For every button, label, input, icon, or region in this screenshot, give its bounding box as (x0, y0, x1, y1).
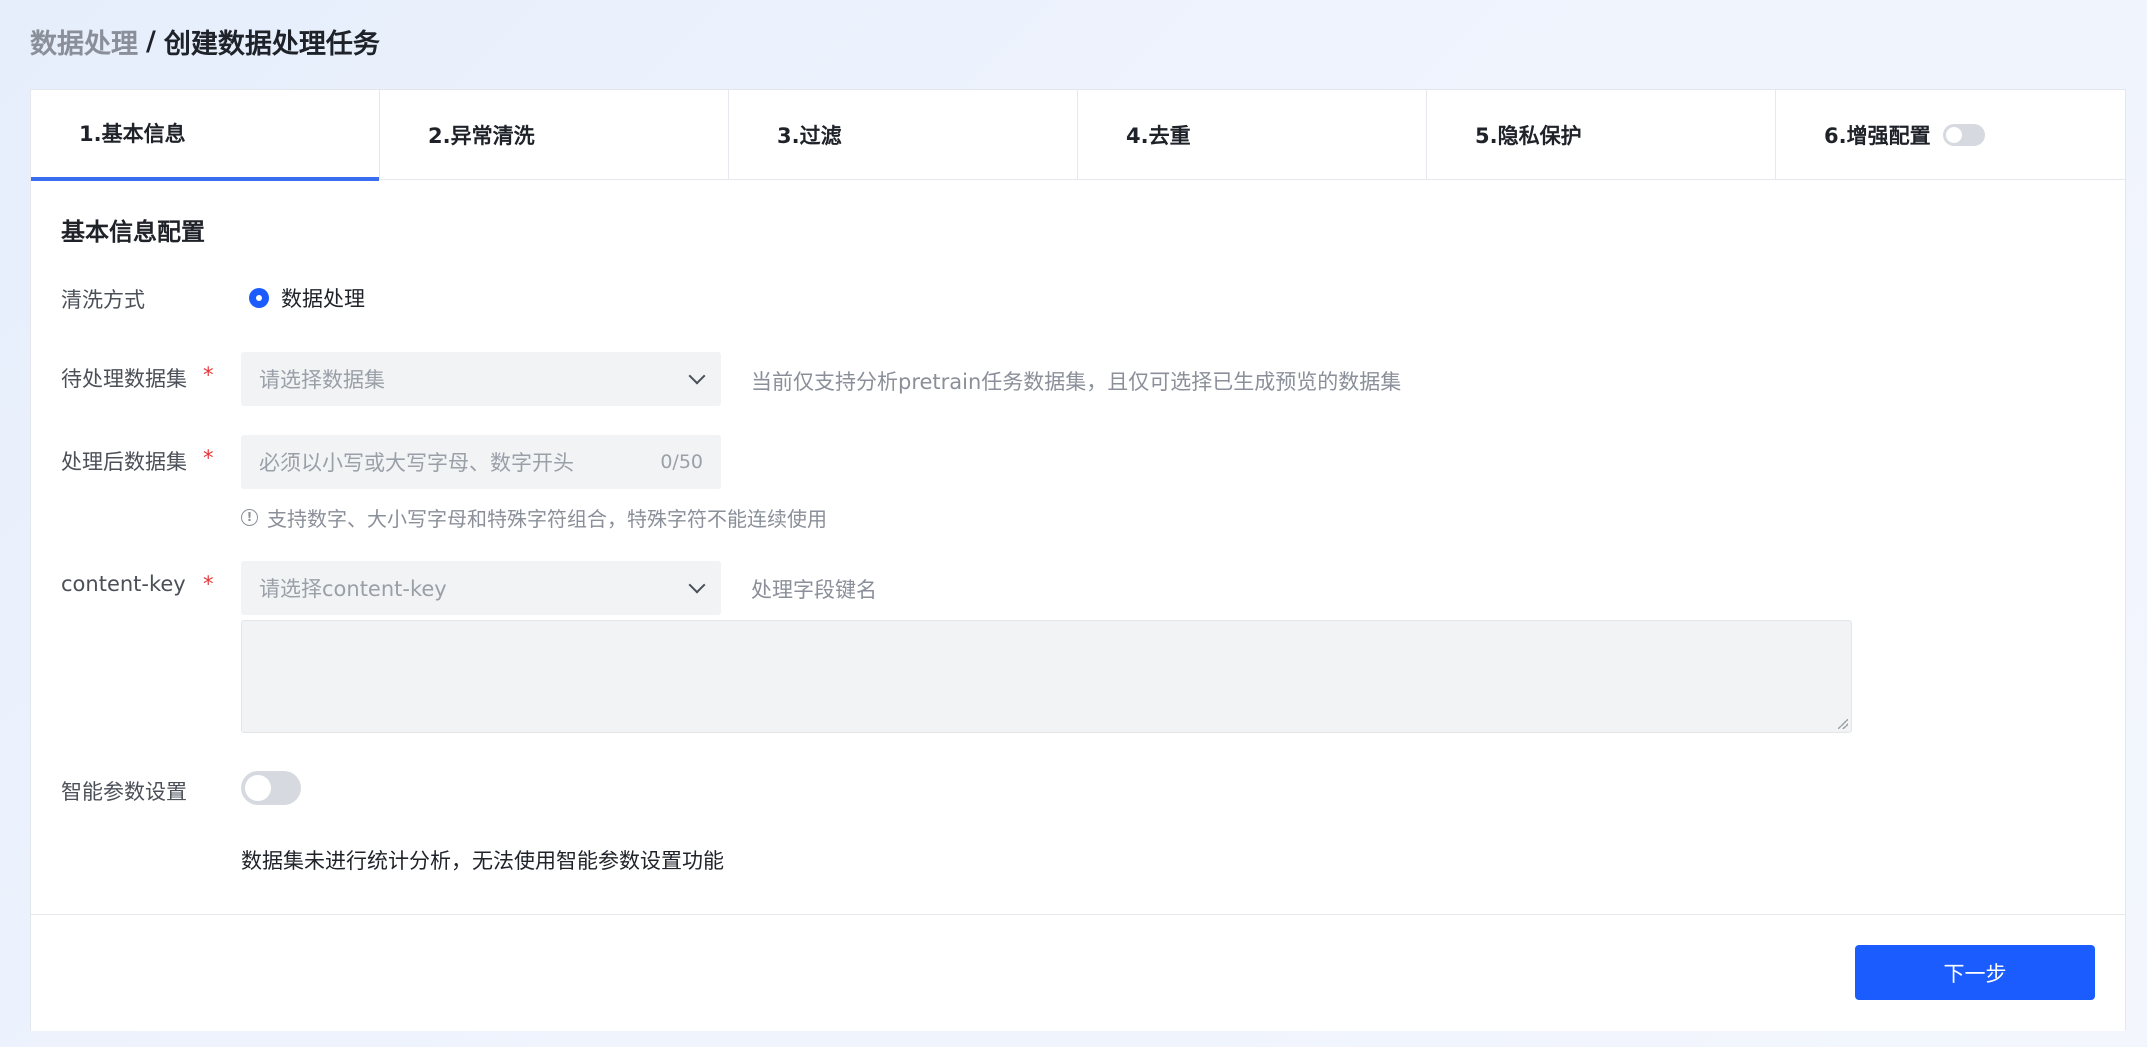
tab-label: 5.隐私保护 (1475, 124, 1582, 148)
content-key-label: content-key (61, 572, 186, 596)
required-mark: * (203, 363, 214, 387)
tab-dedup[interactable]: 4.去重 (1078, 90, 1427, 180)
radio-option-label: 数据处理 (281, 287, 365, 311)
form-card: 1.基本信息 2.异常清洗 3.过滤 4.去重 5.隐私保护 6.增强配置 基本… (30, 89, 2126, 1031)
required-mark: * (203, 572, 214, 596)
tab-anomaly-cleaning[interactable]: 2.异常清洗 (380, 90, 729, 180)
source-dataset-hint: 当前仅支持分析pretrain任务数据集，且仅可选择已生成预览的数据集 (751, 370, 1402, 394)
tab-privacy[interactable]: 5.隐私保护 (1427, 90, 1776, 180)
clean-method-label: 清洗方式 (61, 288, 145, 312)
page-title: 创建数据处理任务 (163, 29, 380, 60)
chevron-down-icon (688, 367, 706, 385)
tab-filter[interactable]: 3.过滤 (729, 90, 1078, 180)
tab-label: 4.去重 (1126, 124, 1191, 148)
content-key-select[interactable]: 请选择content-key (241, 561, 721, 615)
breadcrumb-separator: / (146, 26, 156, 57)
smart-params-label: 智能参数设置 (61, 780, 187, 804)
form-footer: 下一步 (31, 914, 2125, 1031)
content-key-hint: 处理字段键名 (751, 578, 877, 602)
tab-enhance-config[interactable]: 6.增强配置 (1776, 90, 2125, 180)
output-dataset-label: 处理后数据集 (61, 450, 187, 474)
content-key-textarea[interactable] (241, 620, 1852, 733)
source-dataset-select[interactable]: 请选择数据集 (241, 352, 721, 406)
resize-handle-icon[interactable] (1838, 719, 1848, 729)
smart-params-switch[interactable] (241, 771, 301, 805)
select-placeholder: 请选择content-key (259, 577, 447, 601)
clean-method-radio-option[interactable]: 数据处理 (249, 283, 365, 313)
output-dataset-input[interactable]: 必须以小写或大写字母、数字开头 0/50 (241, 435, 721, 489)
info-icon: ! (241, 509, 258, 526)
next-step-button[interactable]: 下一步 (1855, 945, 2095, 1000)
smart-params-notice: 数据集未进行统计分析，无法使用智能参数设置功能 (241, 849, 724, 873)
select-placeholder: 请选择数据集 (259, 368, 385, 392)
step-tabs: 1.基本信息 2.异常清洗 3.过滤 4.去重 5.隐私保护 6.增强配置 (31, 90, 2125, 181)
output-dataset-tip: ! 支持数字、大小写字母和特殊字符组合，特殊字符不能连续使用 (241, 503, 827, 532)
chevron-down-icon (688, 576, 706, 594)
required-mark: * (203, 446, 214, 470)
breadcrumb: 数据处理 / 创建数据处理任务 (30, 22, 380, 61)
char-counter: 0/50 (660, 451, 703, 473)
breadcrumb-parent-link[interactable]: 数据处理 (30, 22, 138, 61)
input-placeholder: 必须以小写或大写字母、数字开头 (259, 451, 574, 475)
section-title: 基本信息配置 (61, 218, 205, 246)
tab-label: 2.异常清洗 (428, 124, 535, 148)
enhance-config-toggle[interactable] (1942, 124, 1985, 146)
radio-selected-icon[interactable] (249, 288, 269, 308)
tip-text: 支持数字、大小写字母和特殊字符组合，特殊字符不能连续使用 (267, 507, 827, 531)
tab-label: 6.增强配置 (1824, 124, 1931, 148)
source-dataset-label: 待处理数据集 (61, 367, 187, 391)
tab-label: 1.基本信息 (79, 122, 186, 146)
tab-basic-info[interactable]: 1.基本信息 (31, 90, 380, 181)
tab-label: 3.过滤 (777, 124, 842, 148)
